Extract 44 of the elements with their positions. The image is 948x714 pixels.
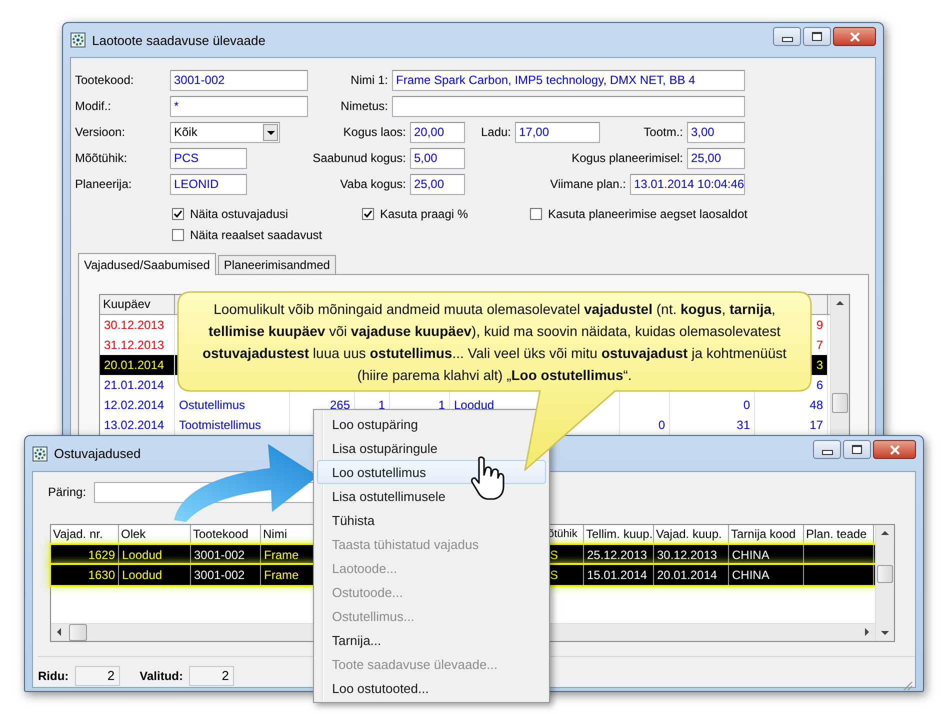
field-label: Ladu: (480, 125, 512, 139)
table-cell: Loodud (122, 568, 162, 582)
table-cell: 20.01.2014 (100, 355, 175, 375)
table-cell: Ostutellimus (175, 395, 290, 415)
table-cell: 21.01.2014 (100, 375, 175, 395)
window-title: Laotoote saadavuse ülevaade (92, 32, 266, 48)
field-label: Planeerija: (75, 177, 133, 191)
table-cell: Loodud (122, 548, 162, 562)
field-label: Kogus planeerimisel: (570, 151, 684, 165)
field-label: Nimetus: (340, 99, 389, 113)
table-cell: 48 (755, 395, 828, 415)
table-cell: 25.12.2013 (587, 548, 648, 562)
field-label: Viimane plan.: (549, 177, 627, 191)
table-cell: 30.12.2013 (100, 315, 175, 335)
status-label: Ridu: (38, 669, 69, 683)
field-label: Vaba kogus: (339, 177, 407, 191)
window-title: Ostuvajadused (54, 446, 141, 461)
field-label: Nimi 1: (350, 73, 389, 87)
status-value: 2 (189, 666, 234, 686)
table-cell: 3001-002 (194, 548, 245, 562)
field-label: Kogus laos: (342, 125, 407, 139)
field-label: Versioon: (75, 125, 126, 139)
table-cell: 30.12.2013 (657, 548, 718, 562)
table-cell: 1630 (88, 568, 115, 582)
status-value: 2 (74, 666, 120, 686)
table-cell: CHINA (732, 568, 770, 582)
table-cell: CHINA (732, 548, 770, 562)
table-cell: 12.02.2014 (100, 395, 175, 415)
field-label: Saabunud kogus: (312, 151, 407, 165)
field-label: Mõõtühik: (75, 151, 128, 165)
table-cell: Frame (264, 568, 299, 582)
field-label: Tootm.: (642, 125, 684, 139)
table-cell: 0 (670, 395, 755, 415)
field-label: Tootekood: (75, 73, 135, 87)
field-label: Modif.: (75, 99, 112, 113)
table-cell: S (550, 548, 558, 562)
table-cell: 1629 (88, 548, 115, 562)
table-cell: S (550, 568, 558, 582)
table-cell: 20.01.2014 (657, 568, 718, 582)
status-label: Valitud: (140, 669, 183, 683)
table-cell: 3001-002 (194, 568, 245, 582)
field-label: Päring: (48, 485, 86, 499)
table-cell: Frame (264, 548, 299, 562)
table-cell: 15.01.2014 (587, 568, 648, 582)
